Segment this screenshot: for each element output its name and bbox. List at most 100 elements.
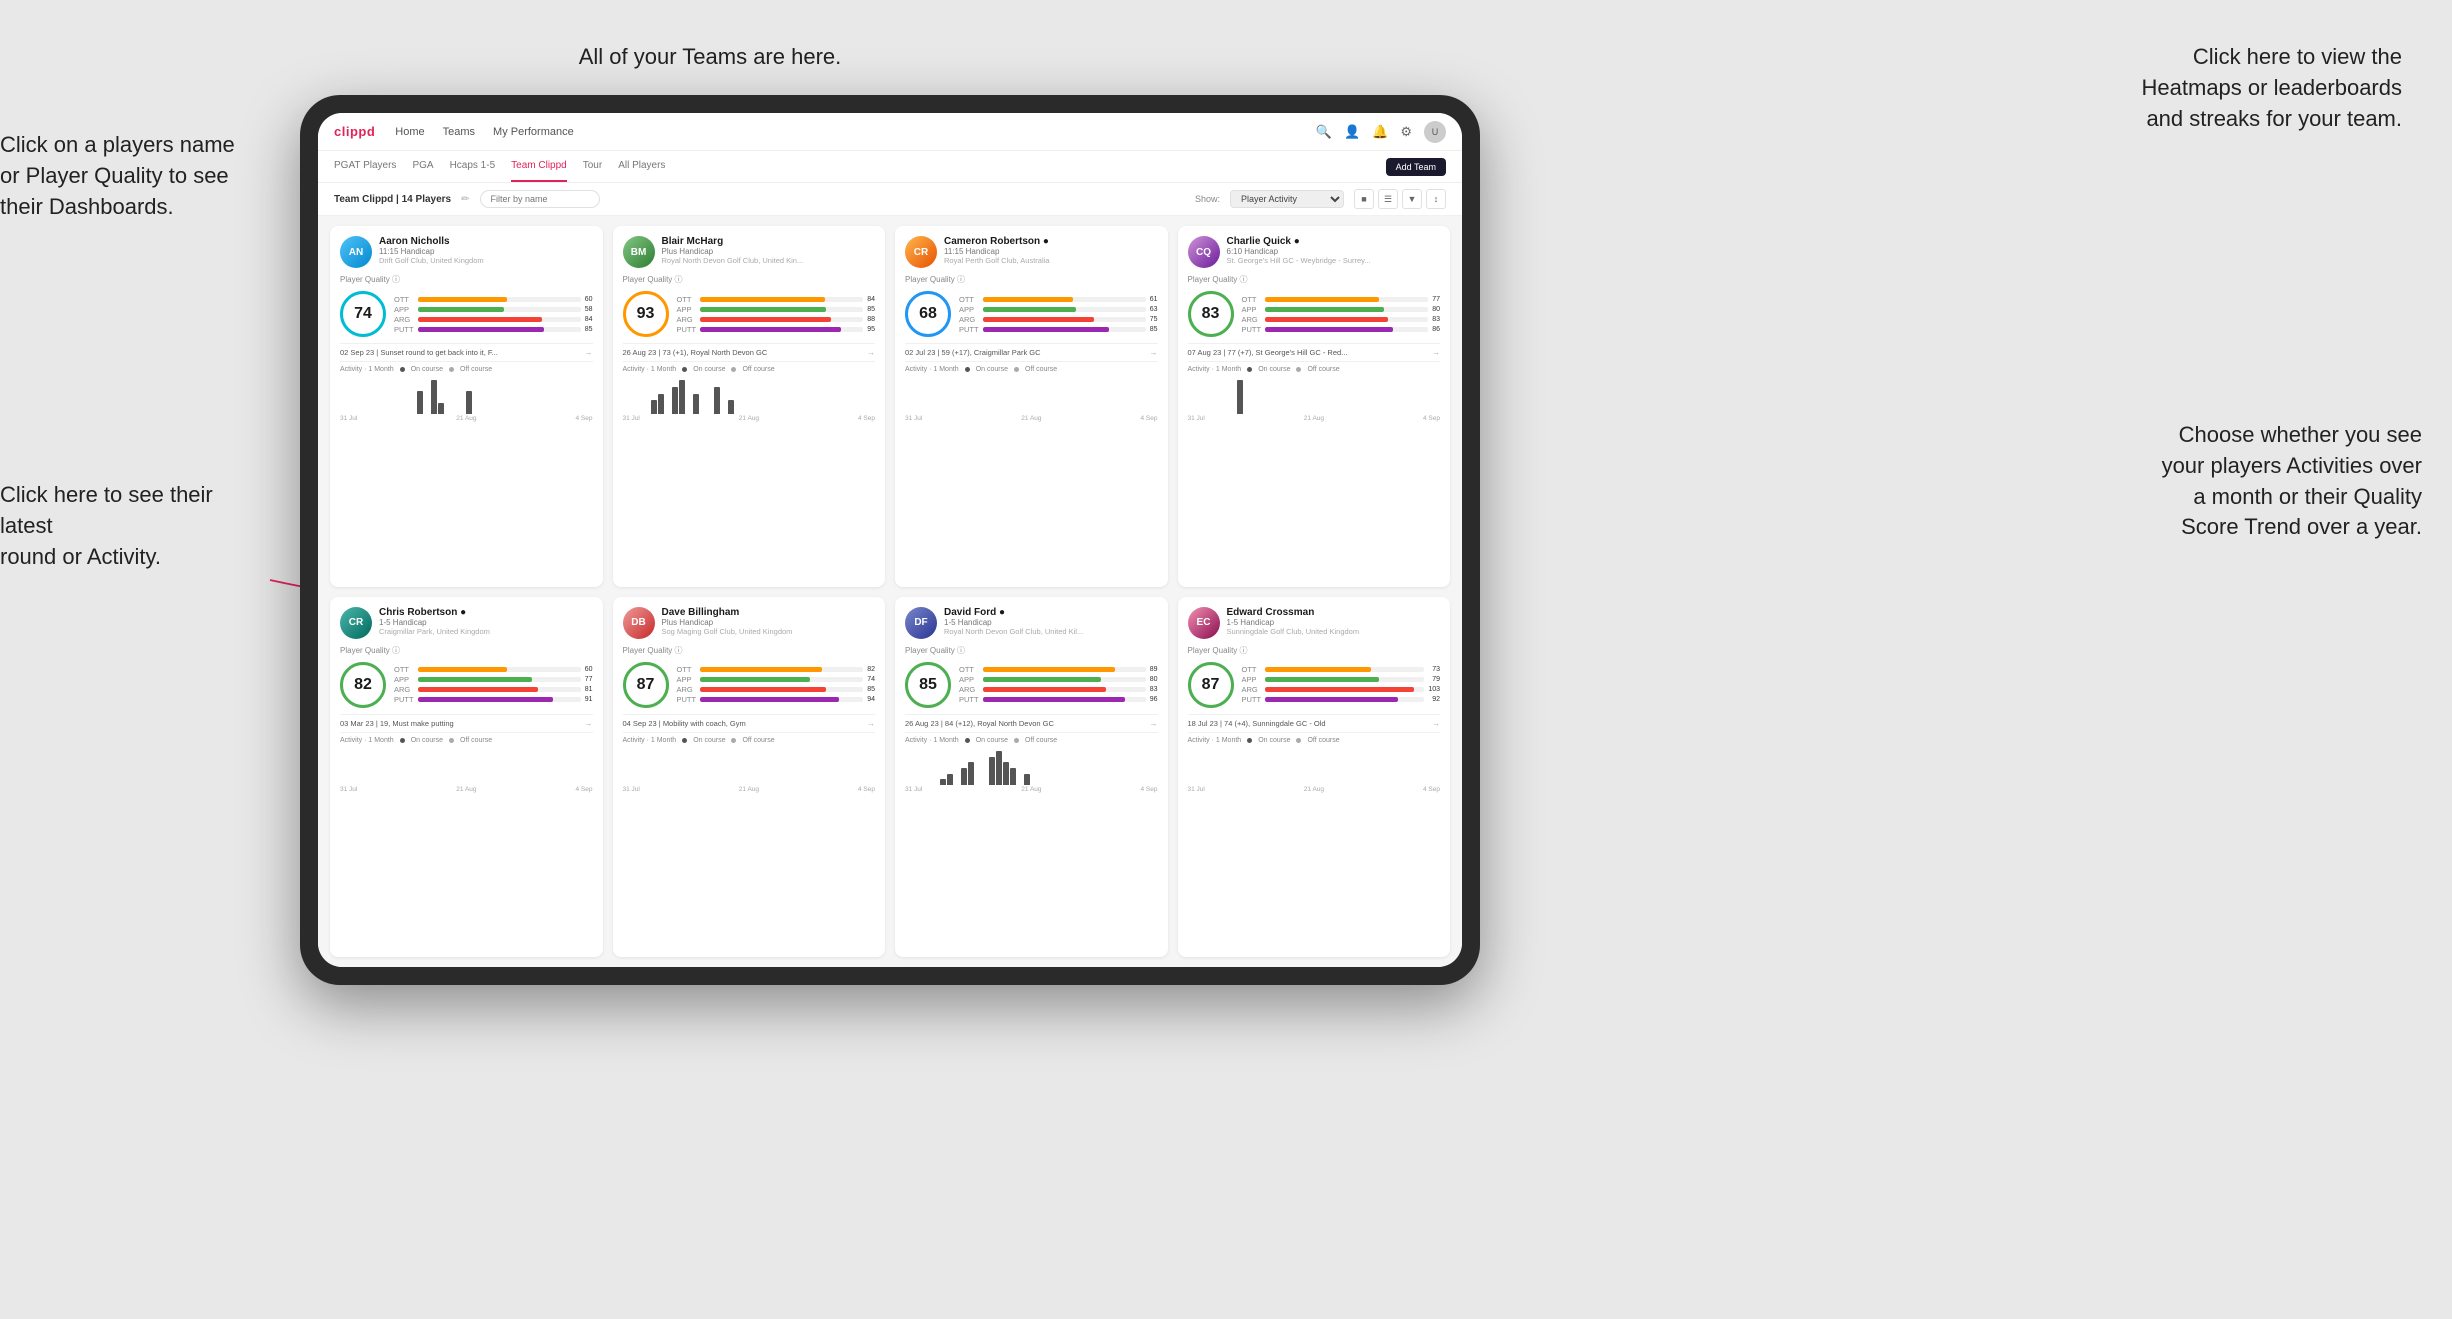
nav-home[interactable]: Home xyxy=(395,126,424,138)
quality-circle[interactable]: 93 xyxy=(623,291,669,337)
activity-header: Activity · 1 Month On course Off course xyxy=(1188,366,1441,373)
off-course-dot xyxy=(449,738,454,743)
chart-dates: 31 Jul 21 Aug 4 Sep xyxy=(623,786,876,793)
player-handicap: Plus Handicap xyxy=(662,247,876,256)
nav-teams[interactable]: Teams xyxy=(443,126,475,138)
quality-label: Player Quality ⓘ xyxy=(905,274,1158,285)
user-icon[interactable]: 👤 xyxy=(1344,124,1360,140)
on-course-label: On course xyxy=(976,737,1008,744)
quality-circle[interactable]: 82 xyxy=(340,662,386,708)
player-card[interactable]: EC Edward Crossman 1-5 Handicap Sunningd… xyxy=(1178,597,1451,958)
player-name[interactable]: David Ford ● xyxy=(944,607,1158,618)
activity-section: Activity · 1 Month On course Off course … xyxy=(623,361,876,422)
player-name[interactable]: Edward Crossman xyxy=(1227,607,1441,618)
player-name[interactable]: Cameron Robertson ● xyxy=(944,236,1158,247)
activity-section: Activity · 1 Month On course Off course … xyxy=(1188,732,1441,793)
tab-hcaps[interactable]: Hcaps 1-5 xyxy=(450,151,496,182)
chart-dates: 31 Jul 21 Aug 4 Sep xyxy=(623,415,876,422)
latest-round[interactable]: 02 Jul 23 | 59 (+17), Craigmillar Park G… xyxy=(905,343,1158,357)
player-header: CR Chris Robertson ● 1-5 Handicap Craigm… xyxy=(340,607,593,639)
off-course-label: Off course xyxy=(1307,737,1339,744)
latest-round[interactable]: 26 Aug 23 | 84 (+12), Royal North Devon … xyxy=(905,714,1158,728)
activity-label: Activity · 1 Month xyxy=(623,366,677,373)
avatar[interactable]: U xyxy=(1424,121,1446,143)
tab-pgat[interactable]: PGAT Players xyxy=(334,151,396,182)
activity-label: Activity · 1 Month xyxy=(905,737,959,744)
latest-round[interactable]: 18 Jul 23 | 74 (+4), Sunningdale GC - Ol… xyxy=(1188,714,1441,728)
activity-header: Activity · 1 Month On course Off course xyxy=(623,366,876,373)
player-name[interactable]: Charlie Quick ● xyxy=(1227,236,1441,247)
quality-label: Player Quality ⓘ xyxy=(1188,645,1441,656)
player-name[interactable]: Blair McHarg xyxy=(662,236,876,247)
stats-grid: OTT 77 APP 80 ARG 83 PUTT 86 xyxy=(1242,295,1441,334)
latest-round[interactable]: 26 Aug 23 | 73 (+1), Royal North Devon G… xyxy=(623,343,876,357)
player-card[interactable]: AN Aaron Nicholls 11:15 Handicap Drift G… xyxy=(330,226,603,587)
latest-round[interactable]: 04 Sep 23 | Mobility with coach, Gym → xyxy=(623,714,876,728)
player-header: CQ Charlie Quick ● 6:10 Handicap St. Geo… xyxy=(1188,236,1441,268)
round-arrow-icon: → xyxy=(1150,348,1158,357)
latest-round[interactable]: 02 Sep 23 | Sunset round to get back int… xyxy=(340,343,593,357)
off-course-label: Off course xyxy=(1025,737,1057,744)
player-info: Aaron Nicholls 11:15 Handicap Drift Golf… xyxy=(379,236,593,265)
player-card[interactable]: CR Chris Robertson ● 1-5 Handicap Craigm… xyxy=(330,597,603,958)
tab-tour[interactable]: Tour xyxy=(583,151,602,182)
list-view-button[interactable]: ☰ xyxy=(1378,189,1398,209)
on-course-label: On course xyxy=(693,366,725,373)
activity-label: Activity · 1 Month xyxy=(1188,737,1242,744)
activity-chart xyxy=(340,747,593,785)
filter-input[interactable] xyxy=(480,190,600,208)
player-card[interactable]: CR Cameron Robertson ● 11:15 Handicap Ro… xyxy=(895,226,1168,587)
tab-all-players[interactable]: All Players xyxy=(618,151,665,182)
player-avatar: CR xyxy=(340,607,372,639)
filter-button[interactable]: ▼ xyxy=(1402,189,1422,209)
player-header: DF David Ford ● 1-5 Handicap Royal North… xyxy=(905,607,1158,639)
quality-circle[interactable]: 83 xyxy=(1188,291,1234,337)
player-card[interactable]: DF David Ford ● 1-5 Handicap Royal North… xyxy=(895,597,1168,958)
round-arrow-icon: → xyxy=(585,719,593,728)
quality-circle[interactable]: 87 xyxy=(623,662,669,708)
round-text: 02 Jul 23 | 59 (+17), Craigmillar Park G… xyxy=(905,348,1041,357)
off-course-label: Off course xyxy=(460,737,492,744)
edit-icon[interactable]: ✏ xyxy=(461,194,469,205)
quality-circle[interactable]: 74 xyxy=(340,291,386,337)
activity-label: Activity · 1 Month xyxy=(1188,366,1242,373)
player-name[interactable]: Aaron Nicholls xyxy=(379,236,593,247)
round-text: 04 Sep 23 | Mobility with coach, Gym xyxy=(623,719,746,728)
player-card[interactable]: CQ Charlie Quick ● 6:10 Handicap St. Geo… xyxy=(1178,226,1451,587)
search-icon[interactable]: 🔍 xyxy=(1316,124,1332,140)
activity-header: Activity · 1 Month On course Off course xyxy=(340,366,593,373)
nav-my-performance[interactable]: My Performance xyxy=(493,126,574,138)
player-name[interactable]: Dave Billingham xyxy=(662,607,876,618)
stats-grid: OTT 84 APP 85 ARG 88 PUTT 95 xyxy=(677,295,876,334)
quality-circle[interactable]: 85 xyxy=(905,662,951,708)
player-info: Chris Robertson ● 1-5 Handicap Craigmill… xyxy=(379,607,593,636)
player-header: AN Aaron Nicholls 11:15 Handicap Drift G… xyxy=(340,236,593,268)
quality-circle[interactable]: 87 xyxy=(1188,662,1234,708)
player-name[interactable]: Chris Robertson ● xyxy=(379,607,593,618)
tab-pga[interactable]: PGA xyxy=(412,151,433,182)
player-club: Royal Perth Golf Club, Australia xyxy=(944,256,1158,265)
grid-view-button[interactable]: ■ xyxy=(1354,189,1374,209)
sort-button[interactable]: ↕ xyxy=(1426,189,1446,209)
off-course-dot xyxy=(1296,738,1301,743)
bell-icon[interactable]: 🔔 xyxy=(1372,124,1388,140)
latest-round[interactable]: 03 Mar 23 | 19, Must make putting → xyxy=(340,714,593,728)
quality-label: Player Quality ⓘ xyxy=(623,274,876,285)
activity-chart xyxy=(905,376,1158,414)
tab-team-clippd[interactable]: Team Clippd xyxy=(511,151,567,182)
add-team-button[interactable]: Add Team xyxy=(1386,158,1446,176)
player-handicap: 1-5 Handicap xyxy=(379,618,593,627)
on-course-label: On course xyxy=(411,737,443,744)
logo: clippd xyxy=(334,124,375,139)
settings-icon[interactable]: ⚙ xyxy=(1400,124,1412,140)
player-card[interactable]: DB Dave Billingham Plus Handicap Sog Mag… xyxy=(613,597,886,958)
quality-circle[interactable]: 68 xyxy=(905,291,951,337)
player-club: St. George's Hill GC - Weybridge - Surre… xyxy=(1227,256,1441,265)
player-card[interactable]: BM Blair McHarg Plus Handicap Royal Nort… xyxy=(613,226,886,587)
player-header: BM Blair McHarg Plus Handicap Royal Nort… xyxy=(623,236,876,268)
show-select[interactable]: Player Activity Quality Score Trend xyxy=(1230,190,1344,208)
round-arrow-icon: → xyxy=(585,348,593,357)
chart-dates: 31 Jul 21 Aug 4 Sep xyxy=(905,786,1158,793)
on-course-dot xyxy=(400,367,405,372)
latest-round[interactable]: 07 Aug 23 | 77 (+7), St George's Hill GC… xyxy=(1188,343,1441,357)
